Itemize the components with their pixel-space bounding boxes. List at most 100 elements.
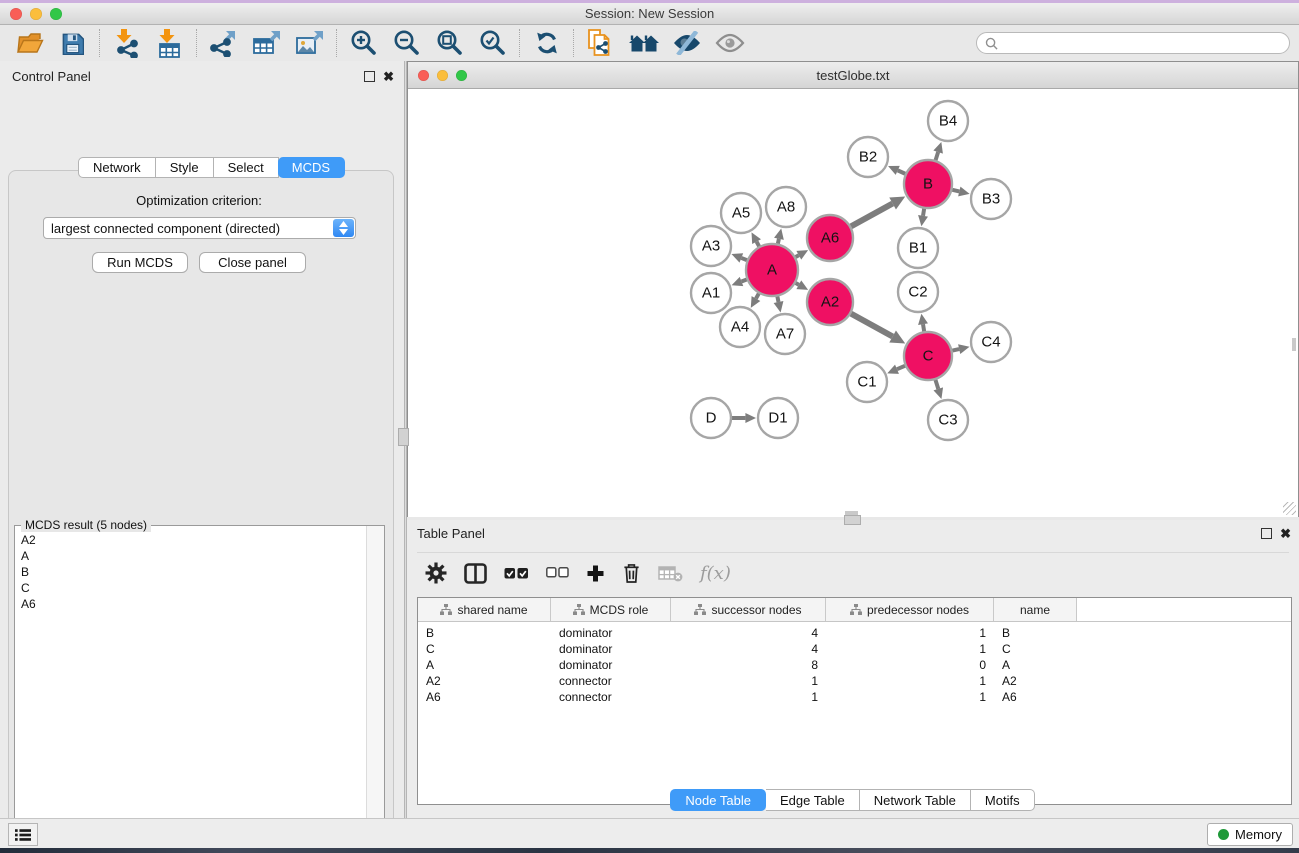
minimize-network-button[interactable] bbox=[437, 70, 448, 81]
save-session-button[interactable] bbox=[51, 26, 94, 60]
optimization-criterion-label: Optimization criterion: bbox=[0, 193, 398, 208]
resize-grip[interactable] bbox=[1283, 502, 1296, 515]
show-log-button[interactable] bbox=[8, 823, 38, 846]
graph-edge[interactable] bbox=[742, 280, 747, 282]
graph-edge[interactable] bbox=[898, 170, 905, 173]
tree-icon bbox=[850, 604, 862, 615]
open-session-button[interactable] bbox=[8, 26, 51, 60]
graph-node-label: C2 bbox=[908, 284, 927, 301]
delete-column-button[interactable] bbox=[622, 562, 641, 584]
table-row[interactable]: C dominator 4 1 C bbox=[418, 641, 1291, 657]
close-network-button[interactable] bbox=[418, 70, 429, 81]
graph-node-label: B3 bbox=[982, 191, 1000, 208]
graph-edge[interactable] bbox=[756, 294, 759, 299]
graph-edge[interactable] bbox=[796, 255, 799, 257]
float-panel-icon[interactable] bbox=[364, 71, 375, 82]
show-columns-button[interactable] bbox=[464, 563, 487, 584]
column-header-predecessor-nodes[interactable]: predecessor nodes bbox=[826, 598, 994, 621]
column-header-mcds-role[interactable]: MCDS role bbox=[551, 598, 671, 621]
export-image-button[interactable] bbox=[288, 26, 331, 60]
window-controls bbox=[10, 3, 62, 24]
export-image-icon bbox=[295, 29, 325, 57]
result-scrollbar[interactable] bbox=[366, 526, 384, 853]
result-item[interactable]: A bbox=[21, 548, 367, 564]
graph-edge[interactable] bbox=[923, 324, 924, 331]
result-item[interactable]: B bbox=[21, 564, 367, 580]
graph-edge[interactable] bbox=[897, 366, 905, 369]
tab-select[interactable]: Select bbox=[214, 157, 279, 178]
graph-edge[interactable] bbox=[851, 314, 893, 337]
graph-edge[interactable] bbox=[741, 258, 747, 260]
tab-node-table[interactable]: Node Table bbox=[670, 789, 766, 811]
close-table-panel-icon[interactable]: ✖ bbox=[1280, 527, 1291, 540]
tab-style[interactable]: Style bbox=[156, 157, 214, 178]
zoom-selected-button[interactable] bbox=[471, 26, 514, 60]
graph-edge[interactable] bbox=[952, 349, 959, 351]
memory-button[interactable]: Memory bbox=[1207, 823, 1293, 846]
criterion-dropdown[interactable]: largest connected component (directed) bbox=[43, 217, 356, 239]
table-settings-button[interactable] bbox=[425, 562, 447, 584]
tab-network[interactable]: Network bbox=[78, 157, 156, 178]
import-network-button[interactable] bbox=[105, 26, 148, 60]
table-row[interactable]: B dominator 4 1 B bbox=[418, 625, 1291, 641]
search-box[interactable] bbox=[976, 32, 1290, 54]
horizontal-splitter-handle[interactable] bbox=[844, 515, 861, 525]
zoom-network-button[interactable] bbox=[456, 70, 467, 81]
save-icon bbox=[61, 32, 84, 55]
tab-mcds[interactable]: MCDS bbox=[278, 157, 345, 178]
close-panel-icon[interactable]: ✖ bbox=[383, 70, 394, 83]
result-item[interactable]: A2 bbox=[21, 532, 367, 548]
create-network-from-file-button[interactable] bbox=[579, 26, 622, 60]
window-titlebar[interactable]: Session: New Session bbox=[0, 3, 1299, 25]
zoom-out-button[interactable] bbox=[385, 26, 428, 60]
result-item[interactable]: A6 bbox=[21, 596, 367, 612]
export-table-button[interactable] bbox=[245, 26, 288, 60]
deselect-all-columns-button[interactable] bbox=[546, 567, 569, 579]
network-window-titlebar[interactable]: testGlobe.txt bbox=[408, 62, 1298, 89]
graph-edge[interactable] bbox=[757, 242, 760, 247]
graph-edge[interactable] bbox=[851, 203, 893, 226]
network-canvas[interactable]: AA6A2BCA5A8A3A1A4A7B2B4B3B1C2C4C1C3DD1 bbox=[408, 89, 1298, 517]
select-all-columns-button[interactable] bbox=[504, 567, 529, 580]
canvas-vscroll-thumb[interactable] bbox=[1292, 338, 1296, 351]
import-table-button[interactable] bbox=[148, 26, 191, 60]
fit-content-button[interactable] bbox=[428, 26, 471, 60]
column-header-shared-name[interactable]: shared name bbox=[418, 598, 551, 621]
tab-motifs[interactable]: Motifs bbox=[971, 789, 1035, 811]
mcds-result-list[interactable]: A2 A B C A6 bbox=[15, 528, 367, 853]
fit-content-icon bbox=[436, 29, 464, 57]
table-row[interactable]: A2 connector 1 1 A2 bbox=[418, 673, 1291, 689]
refresh-view-button[interactable] bbox=[525, 26, 568, 60]
close-window-button[interactable] bbox=[10, 8, 22, 20]
graph-edge[interactable] bbox=[796, 283, 799, 285]
table-panel-title: Table Panel bbox=[417, 526, 485, 541]
column-header-name[interactable]: name bbox=[994, 598, 1077, 621]
zoom-in-button[interactable] bbox=[342, 26, 385, 60]
vertical-splitter-handle[interactable] bbox=[398, 428, 409, 446]
table-row[interactable]: A6 connector 1 1 A6 bbox=[418, 689, 1291, 705]
zoom-window-button[interactable] bbox=[50, 8, 62, 20]
graph-edge[interactable] bbox=[777, 296, 778, 302]
column-header-successor-nodes[interactable]: successor nodes bbox=[671, 598, 826, 621]
hide-graphics-details-button[interactable] bbox=[665, 26, 708, 60]
graph-edge[interactable] bbox=[936, 152, 939, 160]
result-item[interactable]: C bbox=[21, 580, 367, 596]
float-table-panel-icon[interactable] bbox=[1261, 528, 1272, 539]
toolbar-separator bbox=[519, 29, 520, 57]
graph-edge[interactable] bbox=[923, 209, 924, 216]
tab-network-table[interactable]: Network Table bbox=[860, 789, 971, 811]
home-button[interactable] bbox=[622, 26, 665, 60]
close-panel-button[interactable]: Close panel bbox=[199, 252, 306, 273]
create-column-button[interactable] bbox=[586, 564, 605, 583]
minimize-window-button[interactable] bbox=[30, 8, 42, 20]
graph-edge[interactable] bbox=[778, 239, 779, 244]
delete-table-button-disabled bbox=[658, 564, 683, 582]
graph-edge[interactable] bbox=[935, 380, 938, 389]
export-network-button[interactable] bbox=[202, 26, 245, 60]
show-eye-button[interactable] bbox=[708, 26, 751, 60]
table-row[interactable]: A dominator 8 0 A bbox=[418, 657, 1291, 673]
graph-edge[interactable] bbox=[952, 190, 959, 192]
search-input[interactable] bbox=[1003, 35, 1281, 51]
tab-edge-table[interactable]: Edge Table bbox=[766, 789, 860, 811]
run-mcds-button[interactable]: Run MCDS bbox=[92, 252, 188, 273]
